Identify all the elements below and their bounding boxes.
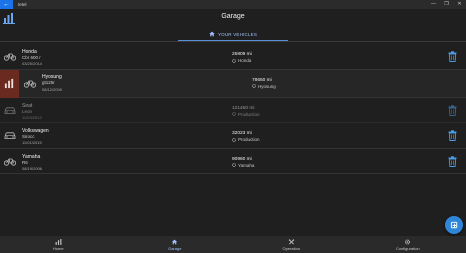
garage-label: Production xyxy=(238,111,260,117)
gear-icon xyxy=(232,58,236,63)
window-titlebar: ← tetel — ❐ ✕ xyxy=(0,0,466,9)
vehicle-row[interactable]: Seat Leon 11/03/2012 121450 mi Productio… xyxy=(0,98,466,123)
vehicle-date: 08/12/2009 xyxy=(42,86,63,92)
vehicle-garage: Hyosung xyxy=(252,84,276,89)
add-icon xyxy=(450,221,457,228)
vehicle-row-selected[interactable]: Hyosung gt125r 08/12/2009 78650 mi Hyosu… xyxy=(0,69,466,98)
vehicle-stats-button[interactable] xyxy=(0,69,19,98)
vehicle-mileage: 90960 mi xyxy=(232,156,252,162)
delete-icon[interactable] xyxy=(448,51,457,62)
vehicle-mileage: 25809 mi xyxy=(232,52,252,57)
vehicle-row[interactable]: Volkswagen Sirocc 11/01/2015 32023 mi Pr… xyxy=(0,123,466,149)
maximize-button[interactable]: ❐ xyxy=(440,0,453,9)
nav-label: Configuration xyxy=(395,245,420,251)
delete-icon[interactable] xyxy=(448,104,457,116)
nav-label: Garage xyxy=(168,245,182,251)
gear-icon xyxy=(232,112,236,116)
nav-label: Operation xyxy=(282,245,301,251)
bike-icon xyxy=(4,158,16,166)
vehicle-date: 03/25/2014 xyxy=(22,61,43,66)
nav-home[interactable]: Home xyxy=(0,236,117,253)
window-controls: — ❐ ✕ xyxy=(427,0,466,9)
delete-icon[interactable] xyxy=(448,155,457,167)
gear-icon xyxy=(252,84,256,88)
vehicle-garage: Production xyxy=(232,137,260,142)
home-icon xyxy=(209,31,215,37)
chart-icon xyxy=(55,238,62,245)
gear-icon xyxy=(232,163,236,167)
gear-icon xyxy=(405,239,411,244)
nav-operation[interactable]: Operation xyxy=(233,236,350,253)
nav-garage[interactable]: Garage xyxy=(117,236,234,253)
vehicle-mileage: 121450 mi xyxy=(232,105,255,111)
vehicle-mileage: 78650 mi xyxy=(252,77,272,83)
vehicle-row[interactable]: Yamaha R6 08/19/2006 90960 mi Yamaha xyxy=(0,149,466,174)
car-icon xyxy=(4,106,16,114)
vehicle-garage: Production xyxy=(232,112,260,117)
bottom-navigation: Home Garage Operation Configuration xyxy=(0,236,466,253)
vehicle-model: Leon xyxy=(22,108,33,114)
tab-label: YOUR VEHICLES xyxy=(217,31,258,37)
nav-configuration[interactable]: Configuration xyxy=(350,236,466,253)
vehicle-row[interactable]: Honda Cbr 600 r 03/25/2014 25809 mi Hond… xyxy=(0,44,466,70)
vehicle-model: Sirocc xyxy=(22,134,35,139)
home-icon xyxy=(172,239,178,244)
car-icon xyxy=(4,132,16,139)
vehicle-model: gt125r xyxy=(42,79,55,85)
add-vehicle-button[interactable] xyxy=(445,216,463,234)
vehicle-list: Honda Cbr 600 r 03/25/2014 25809 mi Hond… xyxy=(0,44,466,174)
minimize-button[interactable]: — xyxy=(427,0,440,9)
close-button[interactable]: ✕ xyxy=(453,0,466,9)
garage-label: Honda xyxy=(238,58,252,63)
bike-icon xyxy=(4,53,16,61)
vehicle-date: 11/03/2012 xyxy=(22,114,42,120)
tools-icon xyxy=(288,238,294,244)
vehicle-garage: Yamaha xyxy=(232,163,254,168)
chart-icon xyxy=(4,78,14,88)
page-title: Garage xyxy=(221,13,245,20)
back-button[interactable]: ← xyxy=(0,0,13,9)
gear-icon xyxy=(232,137,236,142)
garage-label: Hyosung xyxy=(258,83,276,89)
header-divider xyxy=(0,41,466,42)
vehicle-date: 08/19/2006 xyxy=(22,165,43,171)
garage-label: Yamaha xyxy=(238,162,255,168)
garage-label: Production xyxy=(238,137,260,142)
vehicle-model: R6 xyxy=(22,159,28,165)
vehicle-date: 11/01/2015 xyxy=(22,140,42,145)
window-title: tetel xyxy=(18,2,27,7)
vehicle-model: Cbr 600 r xyxy=(22,55,41,60)
vehicle-mileage: 32023 mi xyxy=(232,131,252,136)
delete-icon[interactable] xyxy=(448,130,457,141)
nav-label: Home xyxy=(52,245,64,251)
bike-icon xyxy=(24,80,36,88)
tab-your-vehicles[interactable]: YOUR VEHICLES xyxy=(178,28,288,41)
vehicle-garage: Honda xyxy=(232,58,251,63)
